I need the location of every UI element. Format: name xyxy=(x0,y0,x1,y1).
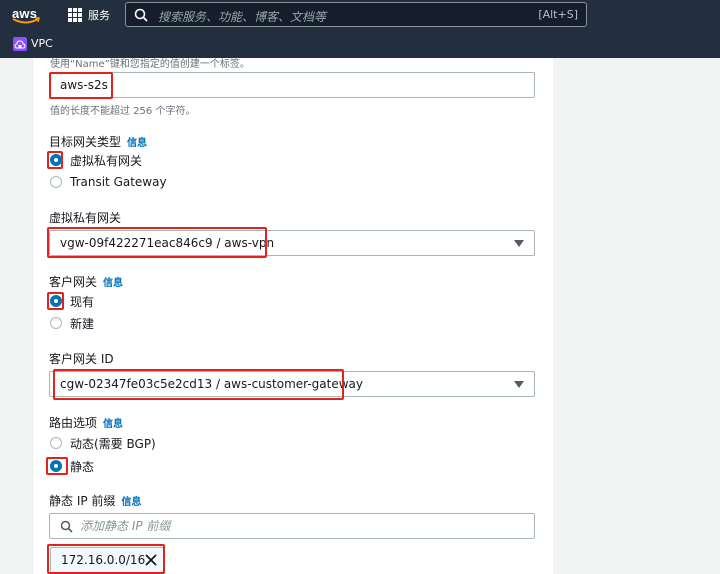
customer-gateway-id-value: cgw-02347fe03c5e2cd13 / aws-customer-gat… xyxy=(60,377,363,391)
radio-label: 静态 xyxy=(70,459,95,474)
info-link[interactable]: 信息 xyxy=(127,138,147,149)
static-ip-prefix-input[interactable]: 添加静态 IP 前缀 xyxy=(49,513,535,539)
search-shortcut-hint: [Alt+S] xyxy=(538,8,578,21)
static-ip-prefix-placeholder: 添加静态 IP 前缀 xyxy=(80,519,171,533)
radio-label: 动态(需要 BGP) xyxy=(70,436,156,451)
aws-smile-icon xyxy=(12,17,40,24)
radio-new-customer-gateway[interactable]: 新建 xyxy=(50,315,94,331)
radio-static-routing[interactable]: 静态 xyxy=(50,458,94,474)
radio-existing-customer-gateway[interactable]: 现有 xyxy=(50,293,94,309)
service-sub-navigation: VPC xyxy=(0,30,720,58)
target-gateway-type-label: 目标网关类型 信息 xyxy=(49,133,147,150)
name-tag-input[interactable]: aws-s2s xyxy=(49,72,535,98)
search-placeholder: 搜索服务、功能、博客、文档等 xyxy=(158,10,327,24)
customer-gateway-label: 客户网关 信息 xyxy=(49,273,123,290)
vpc-service-icon xyxy=(13,37,27,51)
static-ip-prefix-token: 172.16.0.0/16 xyxy=(50,547,164,573)
vpn-connection-form-panel: 使用“Name”键和您指定的值创建一个标签。 aws-s2s 值的长度不能超过 … xyxy=(32,58,553,574)
top-navigation-bar: aws 服务 搜索服务、功能、博客、文档等 [Alt+S] xyxy=(0,0,720,30)
radio-selected-icon[interactable] xyxy=(50,460,62,472)
radio-dynamic-routing[interactable]: 动态(需要 BGP) xyxy=(50,435,156,451)
search-icon xyxy=(60,520,73,533)
radio-label: 虚拟私有网关 xyxy=(70,153,143,168)
radio-selected-icon[interactable] xyxy=(50,295,62,307)
token-label: 172.16.0.0/16 xyxy=(61,553,146,567)
remove-token-close-icon[interactable] xyxy=(145,554,157,566)
vgw-select-value: vgw-09f422271eac846c9 / aws-vpn xyxy=(60,236,275,250)
radio-label: 新建 xyxy=(70,316,95,331)
caret-down-icon xyxy=(514,240,524,247)
services-menu-button[interactable]: 服务 xyxy=(68,7,110,23)
caret-down-icon xyxy=(514,381,524,388)
static-ip-prefix-label: 静态 IP 前缀 信息 xyxy=(49,492,141,509)
target-gateway-type-text: 目标网关类型 xyxy=(49,135,122,149)
name-tag-hint: 使用“Name”键和您指定的值创建一个标签。 xyxy=(50,59,250,70)
customer-gateway-text: 客户网关 xyxy=(49,275,98,289)
vpc-service-link[interactable]: VPC xyxy=(31,37,53,50)
radio-virtual-private-gateway[interactable]: 虚拟私有网关 xyxy=(50,152,142,168)
aws-logo[interactable]: aws xyxy=(12,3,44,27)
radio-label: Transit Gateway xyxy=(70,175,167,189)
search-icon xyxy=(134,8,148,22)
info-link[interactable]: 信息 xyxy=(121,497,141,508)
info-link[interactable]: 信息 xyxy=(103,278,123,289)
radio-unselected-icon[interactable] xyxy=(50,176,62,188)
radio-label: 现有 xyxy=(70,294,95,309)
name-length-hint: 值的长度不能超过 256 个字符。 xyxy=(50,106,196,117)
static-ip-prefix-text: 静态 IP 前缀 xyxy=(49,494,116,508)
global-search-input[interactable]: 搜索服务、功能、博客、文档等 [Alt+S] xyxy=(125,2,587,27)
services-label: 服务 xyxy=(88,9,110,22)
customer-gateway-id-select[interactable]: cgw-02347fe03c5e2cd13 / aws-customer-gat… xyxy=(49,371,535,397)
radio-unselected-icon[interactable] xyxy=(50,437,62,449)
info-link[interactable]: 信息 xyxy=(103,419,123,430)
radio-unselected-icon[interactable] xyxy=(50,317,62,329)
grid-menu-icon xyxy=(68,8,82,22)
routing-options-label: 路由选项 信息 xyxy=(49,414,123,431)
radio-transit-gateway[interactable]: Transit Gateway xyxy=(50,174,167,190)
vgw-select[interactable]: vgw-09f422271eac846c9 / aws-vpn xyxy=(49,230,535,256)
radio-selected-icon[interactable] xyxy=(50,154,62,166)
vgw-label: 虚拟私有网关 xyxy=(49,211,122,225)
routing-options-text: 路由选项 xyxy=(49,416,98,430)
customer-gateway-id-label: 客户网关 ID xyxy=(49,352,114,366)
